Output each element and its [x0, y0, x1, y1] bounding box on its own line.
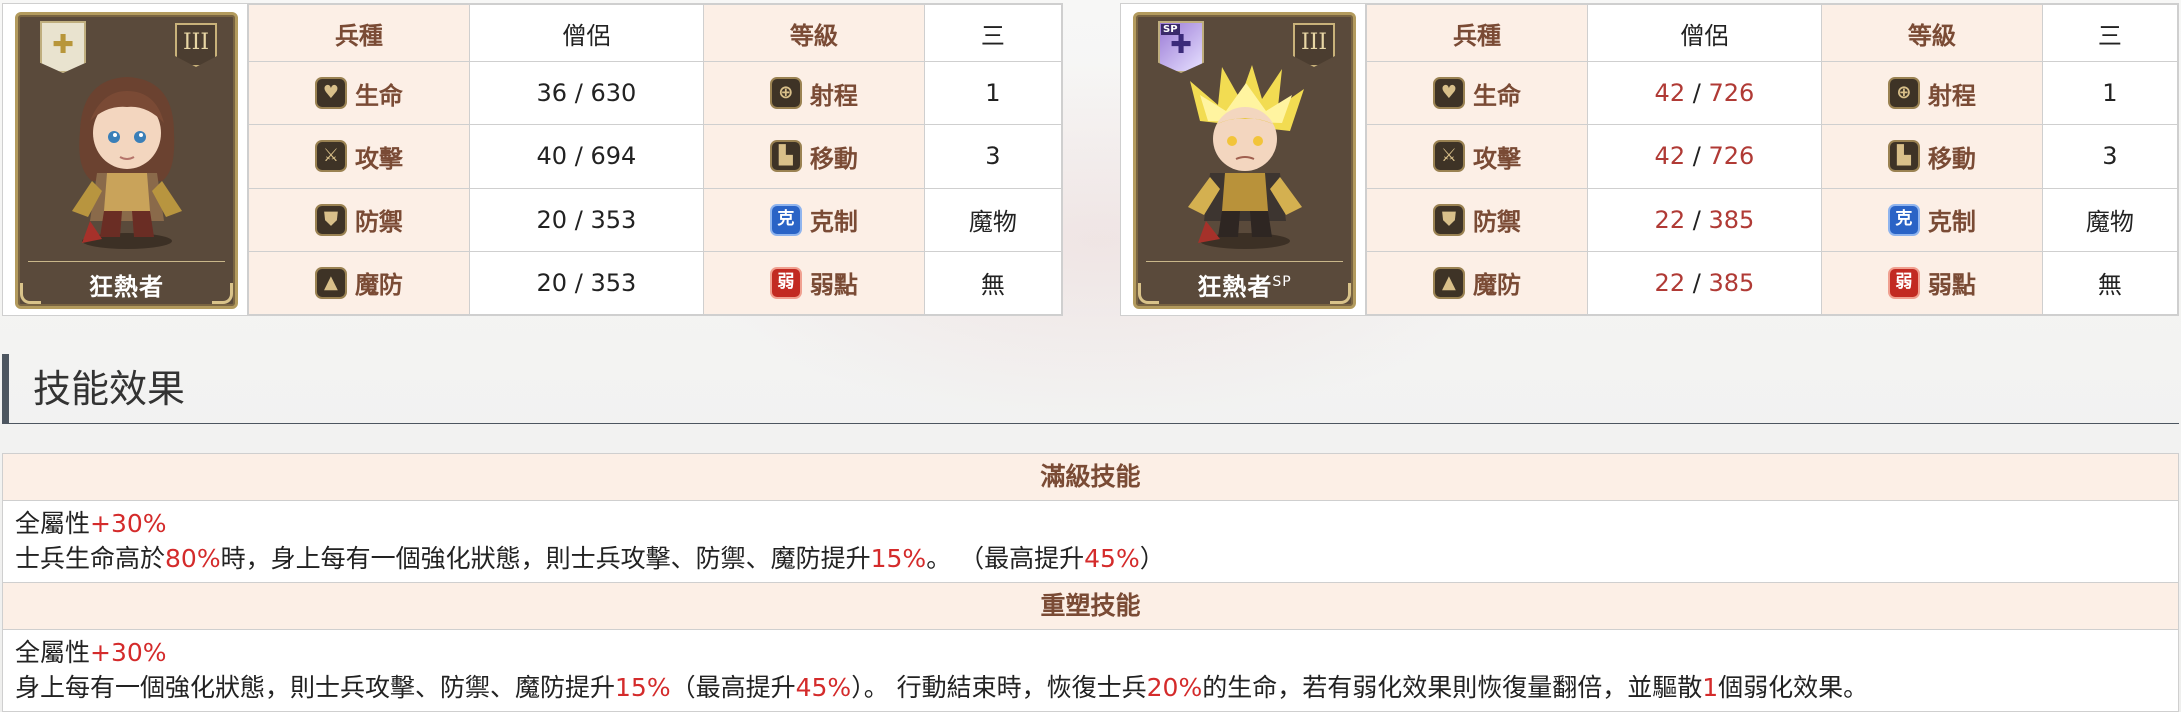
remold-skill-line-1: 全屬性+30%: [15, 638, 167, 667]
hp-label: 生命: [354, 81, 403, 110]
card-divider: [28, 261, 225, 262]
type-label: 兵種: [1366, 4, 1588, 62]
stats-header-row: 兵種 僧侶 等級 三: [248, 4, 1063, 62]
remold-skill-description: 全屬性+30% 身上每有一個強化狀態，則士兵攻擊、防禦、魔防提升15%（最高提升…: [3, 630, 2178, 711]
range-label: 射程: [809, 81, 858, 110]
counter-value: 魔物: [2041, 187, 2179, 252]
unit-card[interactable]: ✚ III 狂熱者: [15, 12, 238, 309]
unit-card-cell: ✚ III 狂熱者: [3, 4, 248, 315]
max-skill-line-1: 全屬性+30%: [15, 509, 167, 538]
magic-defense-icon: ▲: [1432, 266, 1465, 299]
sword-icon: ⚔: [314, 140, 347, 173]
level-value: 三: [923, 4, 1063, 62]
card-corner-ornament: [20, 283, 41, 304]
stats-table: 兵種 僧侶 等級 三 ♥ 生命 42 / 726 ⊕ 射程 1 ⚔ 攻擊 42 / 7…: [1366, 4, 2179, 316]
skills-table: 滿級技能 全屬性+30% 士兵生命高於80%時，身上每有一個強化狀態，則士兵攻擊…: [2, 453, 2179, 712]
max-skill-line-2: 士兵生命高於80%時，身上每有一個強化狀態，則士兵攻擊、防禦、魔防提升15%。 …: [15, 544, 1165, 573]
unit-portrait: [1188, 65, 1304, 249]
move-value: 3: [2041, 124, 2179, 189]
card-corner-ornament: [212, 283, 233, 304]
type-label: 兵種: [248, 4, 470, 62]
unit-panel-sp: SP ✚ III 狂熱者SP 兵種 僧侶 等級 三 ♥ 生命 42 / 726 …: [1120, 3, 2179, 316]
stats-row-atk: ⚔ 攻擊 40 / 694 ▙ 移動 3: [248, 124, 1063, 189]
sword-icon: ⚔: [1432, 140, 1465, 173]
level-value: 三: [2041, 4, 2179, 62]
hp-value: 42 / 726: [1586, 60, 1822, 126]
crosshair-icon: ⊕: [1887, 77, 1920, 110]
magic-defense-icon: ▲: [314, 266, 347, 299]
stats-row-mdef: ▲ 魔防 22 / 385 弱弱點 無: [1366, 250, 2179, 316]
unit-name-text: 狂熱者: [89, 273, 164, 301]
weak-label: 弱點: [809, 271, 858, 300]
range-value: 1: [2041, 60, 2179, 126]
unit-panel-normal: ✚ III 狂熱者 兵種 僧侶 等級 三 ♥ 生命 36 / 630 ⊕ 射程 …: [2, 3, 1063, 316]
weakness-icon: 弱: [1887, 266, 1920, 299]
unit-card-cell: SP ✚ III 狂熱者SP: [1121, 4, 1366, 315]
def-value: 22 / 385: [1586, 187, 1822, 252]
mdef-label: 魔防: [1472, 271, 1521, 300]
heart-icon: ♥: [314, 77, 347, 110]
type-value: 僧侶: [1586, 4, 1822, 62]
unit-card[interactable]: SP ✚ III 狂熱者SP: [1133, 12, 1356, 309]
stats-row-atk: ⚔ 攻擊 42 / 726 ▙ 移動 3: [1366, 124, 2179, 189]
stats-table: 兵種 僧侶 等級 三 ♥ 生命 36 / 630 ⊕ 射程 1 ⚔ 攻擊 40 / 6…: [248, 4, 1063, 316]
stats-header-row: 兵種 僧侶 等級 三: [1366, 4, 2179, 62]
crosshair-icon: ⊕: [769, 77, 802, 110]
counter-label: 克制: [1927, 208, 1976, 237]
boot-icon: ▙: [1887, 140, 1920, 173]
stats-row-mdef: ▲ 魔防 20 / 353 弱弱點 無: [248, 250, 1063, 316]
move-value: 3: [923, 124, 1063, 189]
mdef-value: 20 / 353: [468, 250, 704, 316]
unit-name: 狂熱者SP: [1136, 267, 1353, 302]
boot-icon: ▙: [769, 140, 802, 173]
unit-portrait: [72, 77, 182, 249]
section-title: 技能效果: [2, 354, 2179, 424]
unit-name: 狂熱者: [18, 267, 235, 302]
remold-skill-line-2: 身上每有一個強化狀態，則士兵攻擊、防禦、魔防提升15%（最高提升45%）。 行動…: [15, 673, 1869, 702]
shield-icon: ⛊: [314, 203, 347, 236]
stats-row-hp: ♥ 生命 42 / 726 ⊕ 射程 1: [1366, 60, 2179, 126]
unit-name-text: 狂熱者: [1197, 273, 1273, 301]
range-value: 1: [923, 60, 1063, 126]
counter-value: 魔物: [923, 187, 1063, 252]
def-label: 防禦: [1472, 208, 1521, 237]
atk-value: 42 / 726: [1586, 124, 1822, 189]
card-corner-ornament: [1330, 283, 1351, 304]
stats-row-def: ⛊ 防禦 22 / 385 克克制 魔物: [1366, 187, 2179, 252]
atk-label: 攻擊: [1472, 144, 1521, 173]
weak-value: 無: [923, 250, 1063, 316]
move-label: 移動: [1927, 144, 1976, 173]
hp-value: 36 / 630: [468, 60, 704, 126]
level-label: 等級: [702, 4, 925, 62]
move-label: 移動: [809, 144, 858, 173]
card-corner-ornament: [1138, 283, 1159, 304]
atk-label: 攻擊: [354, 144, 403, 173]
counter-icon: 克: [1887, 203, 1920, 236]
weak-value: 無: [2041, 250, 2179, 316]
stats-row-hp: ♥ 生命 36 / 630 ⊕ 射程 1: [248, 60, 1063, 126]
mdef-value: 22 / 385: [1586, 250, 1822, 316]
max-skill-header: 滿級技能: [3, 454, 2178, 501]
hp-label: 生命: [1472, 81, 1521, 110]
heart-icon: ♥: [1432, 77, 1465, 110]
card-divider: [1146, 261, 1343, 262]
weakness-icon: 弱: [769, 266, 802, 299]
type-value: 僧侶: [468, 4, 704, 62]
sp-tag: SP: [1161, 24, 1180, 35]
max-skill-description: 全屬性+30% 士兵生命高於80%時，身上每有一個強化狀態，則士兵攻擊、防禦、魔…: [3, 501, 2178, 583]
level-label: 等級: [1820, 4, 2043, 62]
atk-value: 40 / 694: [468, 124, 704, 189]
stats-row-def: ⛊ 防禦 20 / 353 克克制 魔物: [248, 187, 1063, 252]
remold-skill-header: 重塑技能: [3, 583, 2178, 630]
weak-label: 弱點: [1927, 271, 1976, 300]
counter-icon: 克: [769, 203, 802, 236]
counter-label: 克制: [809, 208, 858, 237]
def-value: 20 / 353: [468, 187, 704, 252]
shield-icon: ⛊: [1432, 203, 1465, 236]
def-label: 防禦: [354, 208, 403, 237]
mdef-label: 魔防: [354, 271, 403, 300]
unit-name-sup: SP: [1272, 274, 1292, 290]
range-label: 射程: [1927, 81, 1976, 110]
